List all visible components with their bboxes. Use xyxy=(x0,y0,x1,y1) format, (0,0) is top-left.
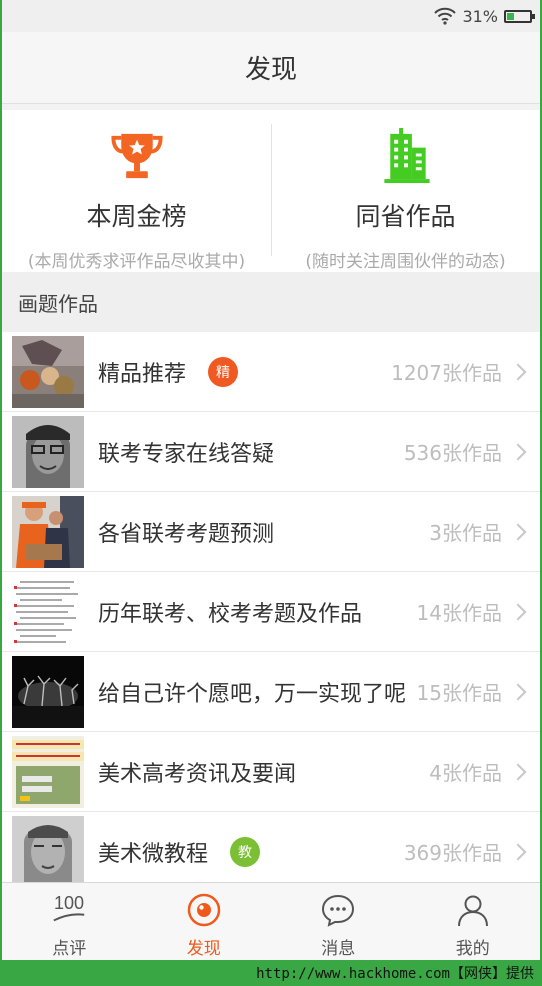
thumbnail-image xyxy=(12,735,84,808)
chevron-right-icon xyxy=(509,603,527,620)
chevron-right-icon xyxy=(509,763,527,780)
featured-cards: 本周金榜 (本周优秀求评作品尽收其中) 同省作品 (随时关注周围伙伴的动态) xyxy=(2,110,540,272)
tab-label: 消息 xyxy=(321,939,356,959)
phone-screen: 31% 发现 本周金榜 (本周优秀求评作品尽收其中) 同省作品 (随时关注周围伙… xyxy=(2,0,540,960)
list-item[interactable]: 各省联考考题预测 3张作品 xyxy=(2,492,540,572)
person-icon xyxy=(454,891,492,929)
topic-list: 精品推荐 精 1207张作品 联考专家在线答疑 536张作品 各省联考考题预测 … xyxy=(2,332,540,892)
status-bar: 31% xyxy=(2,0,540,32)
feature-subtitle: (随时关注周围伙伴的动态) xyxy=(305,252,506,272)
battery-percent: 31% xyxy=(462,6,498,26)
wifi-icon xyxy=(434,7,457,25)
item-label: 联考专家在线答疑 xyxy=(98,441,275,467)
thumbnail-image xyxy=(12,815,84,888)
watermark-text: http://www.hackhome.com【网侠】提供 xyxy=(256,966,534,982)
review-icon-glyph: 100 xyxy=(54,893,84,913)
featured-badge: 精 xyxy=(208,356,239,387)
feature-title: 同省作品 xyxy=(355,202,456,231)
list-item[interactable]: 历年联考、校考考题及作品 14张作品 xyxy=(2,572,540,652)
chevron-right-icon xyxy=(509,683,527,700)
chevron-right-icon xyxy=(509,523,527,540)
list-item[interactable]: 精品推荐 精 1207张作品 xyxy=(2,332,540,412)
item-label: 各省联考考题预测 xyxy=(98,521,275,547)
bottom-tab-bar: 100 点评 发现 消息 我的 xyxy=(2,882,540,960)
item-count: 3张作品 xyxy=(423,517,502,546)
item-label: 精品推荐 xyxy=(98,361,187,387)
thumbnail-image xyxy=(12,575,84,648)
feature-title: 本周金榜 xyxy=(86,202,187,231)
battery-level-fill xyxy=(507,12,515,20)
list-item[interactable]: 给自己许个愿吧，万一实现了呢 15张作品 xyxy=(2,652,540,732)
chevron-right-icon xyxy=(509,443,527,460)
tab-label: 发现 xyxy=(186,939,221,959)
tutorial-badge: 教 xyxy=(230,836,261,867)
battery-icon xyxy=(504,9,535,23)
item-label: 历年联考、校考考题及作品 xyxy=(98,601,363,627)
thumbnail-image xyxy=(12,655,84,728)
item-label: 给自己许个愿吧，万一实现了呢 xyxy=(98,681,407,707)
item-count: 15张作品 xyxy=(410,677,502,706)
buildings-icon xyxy=(383,127,430,184)
item-count: 1207张作品 xyxy=(385,357,502,386)
tab-label: 点评 xyxy=(52,939,87,959)
same-province-works-card[interactable]: 同省作品 (随时关注周围伙伴的动态) xyxy=(271,110,540,272)
item-count: 536张作品 xyxy=(397,437,502,466)
thumbnail-image xyxy=(12,495,84,568)
review-100-icon: 100 xyxy=(50,891,88,929)
tab-label: 我的 xyxy=(455,939,490,959)
list-item[interactable]: 联考专家在线答疑 536张作品 xyxy=(2,412,540,492)
tab-messages[interactable]: 消息 xyxy=(271,883,406,960)
discover-icon xyxy=(185,891,223,929)
item-count: 4张作品 xyxy=(423,757,502,786)
list-item[interactable]: 美术高考资讯及要闻 4张作品 xyxy=(2,732,540,812)
weekly-gold-list-card[interactable]: 本周金榜 (本周优秀求评作品尽收其中) xyxy=(2,110,271,272)
chevron-right-icon xyxy=(509,843,527,860)
feature-subtitle: (本周优秀求评作品尽收其中) xyxy=(27,252,246,272)
item-label: 美术微教程 xyxy=(98,841,209,867)
thumbnail-image xyxy=(12,335,84,408)
item-label: 美术高考资讯及要闻 xyxy=(98,761,297,787)
section-title: 画题作品 xyxy=(2,272,540,332)
page-title: 发现 xyxy=(2,32,540,104)
tab-review[interactable]: 100 点评 xyxy=(2,883,137,960)
item-count: 369张作品 xyxy=(397,837,502,866)
item-count: 14张作品 xyxy=(410,597,502,626)
chevron-right-icon xyxy=(509,363,527,380)
list-item[interactable]: 美术微教程 教 369张作品 xyxy=(2,812,540,892)
tab-discover[interactable]: 发现 xyxy=(137,883,272,960)
trophy-icon xyxy=(110,133,163,179)
message-bubble-icon xyxy=(319,891,357,929)
thumbnail-image xyxy=(12,415,84,488)
tab-me[interactable]: 我的 xyxy=(406,883,541,960)
